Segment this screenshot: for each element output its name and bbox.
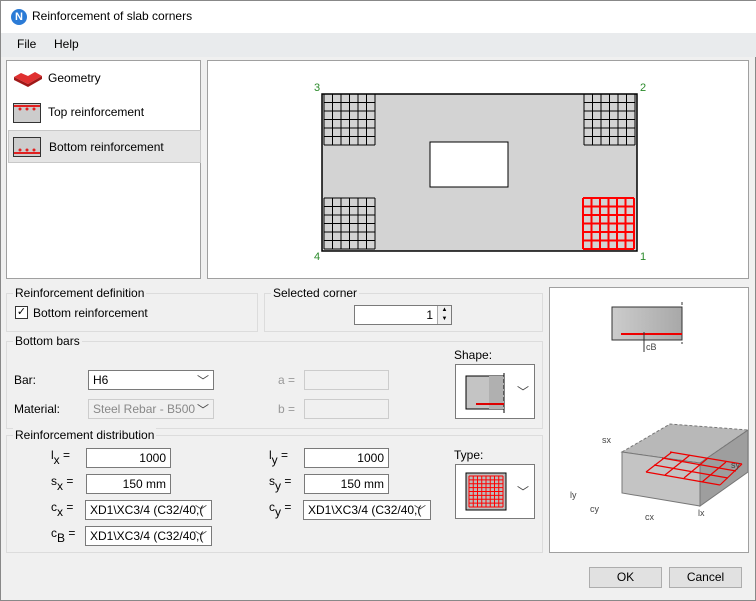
corner-label-1[interactable]: 1: [640, 251, 646, 263]
cy-select[interactable]: XD1\XC3/4 (C32/40,(﹀: [303, 500, 431, 520]
ly-dim-label: ly: [570, 490, 577, 500]
bottom-bars-group: Bottom bars Bar: H6 ﹀ Material: Steel Reb…: [6, 334, 543, 429]
type-label: Type:: [454, 448, 484, 462]
top-reinforcement-icon: [13, 103, 41, 123]
nav-item-bottom-reinforcement[interactable]: Bottom reinforcement: [8, 130, 201, 163]
nav-label: Top reinforcement: [48, 105, 145, 119]
ok-button[interactable]: OK: [589, 567, 662, 588]
b-label: b =: [278, 402, 296, 416]
corner-label-4[interactable]: 4: [314, 251, 320, 263]
diagram-panel: cB sx sy ly cy cx lx: [549, 287, 750, 553]
slab-geometry-icon: [14, 72, 42, 87]
chevron-down-icon: ﹀: [516, 385, 529, 399]
menu-help[interactable]: Help: [50, 37, 83, 51]
sx-input[interactable]: 150 mm: [86, 474, 171, 494]
group-title: Bottom bars: [13, 334, 82, 348]
mesh-type-icon: [465, 472, 507, 511]
chevron-down-icon: ﹀: [516, 485, 529, 499]
group-title: Reinforcement definition: [13, 286, 147, 300]
nav-item-top-reinforcement[interactable]: Top reinforcement: [8, 96, 201, 129]
sx-dim-label: sx: [602, 435, 612, 445]
cb-dim-label: cB: [646, 342, 657, 352]
reinforcement-diagram: cB sx sy ly cy cx lx: [570, 302, 750, 522]
selected-corner-spinner[interactable]: 1 ▲ ▼: [354, 305, 452, 325]
bar-select[interactable]: H6 ﹀: [88, 370, 214, 390]
lx-label: lx =: [51, 448, 71, 467]
reinforcement-definition-group: Reinforcement definition ✓ Bottom reinfo…: [6, 286, 258, 332]
chevron-down-icon: ﹀: [196, 374, 209, 388]
cx-select[interactable]: XD1\XC3/4 (C32/40,(﹀: [85, 500, 212, 520]
group-title: Selected corner: [271, 286, 360, 300]
slab-drawing: 3 2 4 1: [314, 82, 646, 263]
bottom-reinforcement-icon: [13, 137, 41, 157]
shape-label: Shape:: [454, 348, 493, 362]
ly-input[interactable]: 1000: [304, 448, 389, 468]
cy-label: cy =: [269, 500, 292, 519]
group-title: Reinforcement distribution: [13, 428, 157, 442]
a-input[interactable]: [304, 370, 389, 390]
checkbox-label: Bottom reinforcement: [33, 306, 148, 320]
material-value: Steel Rebar - B500: [93, 402, 196, 416]
type-select[interactable]: ﹀: [455, 464, 535, 519]
cb-select[interactable]: XD1\XC3/4 (C32/40,(﹀: [85, 526, 212, 546]
cx-dim-label: cx: [645, 512, 655, 522]
corner-1-mesh[interactable]: [582, 197, 635, 250]
lx-dim-label: lx: [698, 508, 705, 518]
lx-input[interactable]: 1000: [86, 448, 171, 468]
cy-dim-label: cy: [590, 504, 600, 514]
bottom-reinforcement-checkbox[interactable]: ✓: [15, 306, 28, 319]
chevron-down-icon: ﹀: [196, 403, 209, 417]
corner-label-3[interactable]: 3: [314, 82, 320, 94]
shape-select[interactable]: ﹀: [455, 364, 535, 419]
menu-file[interactable]: File: [13, 37, 40, 51]
bar-label: Bar:: [14, 373, 37, 387]
menu-bar: File Help: [1, 33, 756, 57]
nav-list: Geometry Top reinforcement Bottom reinfo…: [6, 60, 201, 279]
sy-dim-label: sy: [731, 460, 741, 470]
cx-label: cx =: [51, 500, 74, 519]
slab-opening: [429, 141, 509, 188]
shape-bottom-bar-icon: [465, 373, 505, 413]
nav-label: Geometry: [48, 71, 101, 85]
spinner-arrows[interactable]: ▲ ▼: [437, 306, 451, 324]
chevron-down-icon: ﹀: [194, 504, 207, 518]
material-label: Material:: [14, 402, 61, 416]
sy-input[interactable]: 150 mm: [304, 474, 389, 494]
sx-label: sx =: [51, 474, 74, 493]
a-label: a =: [278, 373, 296, 387]
cancel-button[interactable]: Cancel: [669, 567, 742, 588]
corner-label-2[interactable]: 2: [640, 82, 646, 94]
window-title: Reinforcement of slab corners: [32, 9, 193, 23]
sy-label: sy =: [269, 474, 292, 493]
spinner-value: 1: [426, 308, 433, 322]
cb-value: XD1\XC3/4 (C32/40,(: [90, 529, 204, 543]
reinforcement-distribution-group: Reinforcement distribution lx = 1000 sx …: [6, 428, 543, 553]
material-select[interactable]: Steel Rebar - B500 ﹀: [88, 399, 214, 419]
cx-value: XD1\XC3/4 (C32/40,(: [90, 503, 204, 517]
chevron-down-icon: ﹀: [413, 504, 426, 518]
ly-label: ly =: [269, 448, 289, 467]
b-input[interactable]: [304, 399, 389, 419]
app-icon: N: [11, 9, 27, 25]
chevron-down-icon: ﹀: [194, 530, 207, 544]
title-bar: N Reinforcement of slab corners: [1, 1, 756, 33]
slab-preview: 3 2 4 1: [207, 60, 749, 279]
cb-label: cB =: [51, 526, 76, 545]
cy-value: XD1\XC3/4 (C32/40,(: [308, 503, 422, 517]
nav-label: Bottom reinforcement: [49, 140, 164, 154]
selected-corner-group: Selected corner 1 ▲ ▼: [264, 286, 543, 332]
nav-item-geometry[interactable]: Geometry: [8, 62, 201, 95]
bar-value: H6: [93, 373, 109, 387]
